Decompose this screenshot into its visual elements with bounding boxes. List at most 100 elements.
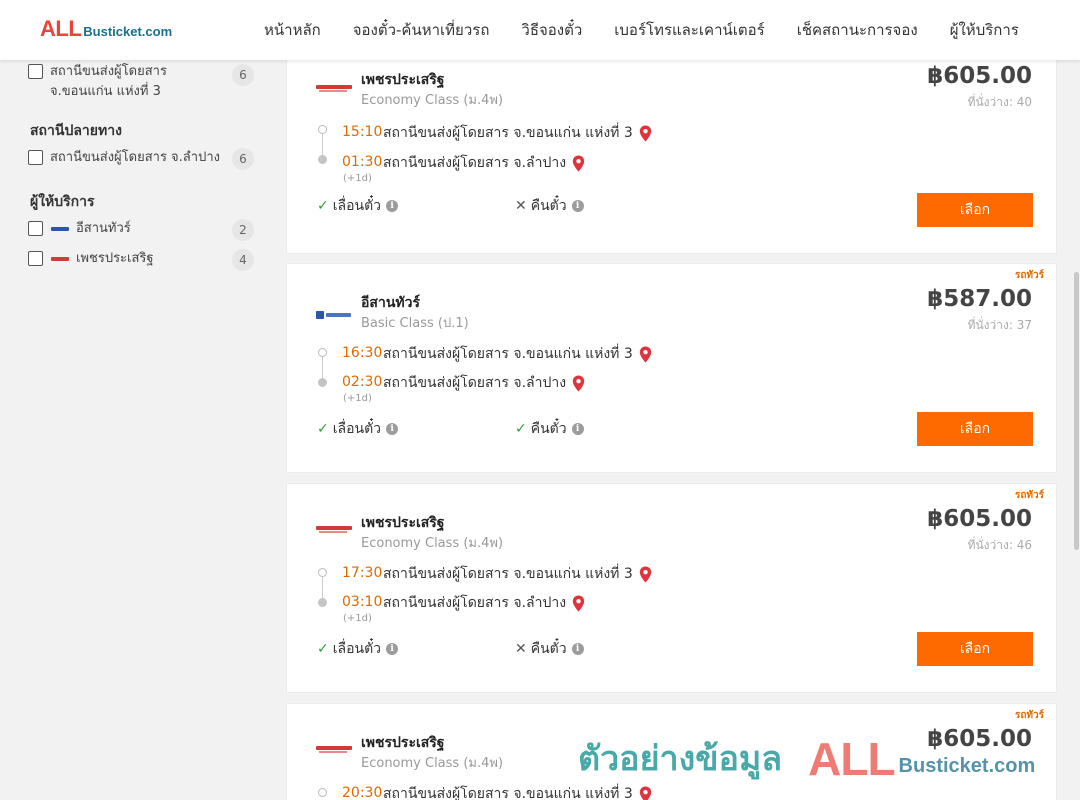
map-pin-icon[interactable]: [572, 375, 585, 392]
next-day-label: (+1d): [343, 393, 372, 404]
map-pin-icon[interactable]: [639, 125, 652, 142]
arrive-dot: [318, 378, 327, 387]
check-icon: ✓: [317, 641, 329, 657]
info-icon[interactable]: i: [386, 200, 399, 212]
count-badge: 6: [232, 148, 254, 170]
bus-class: Economy Class (ม.4พ): [361, 93, 504, 108]
arrive-time: 01:30: [342, 154, 383, 170]
arrive-dot: [318, 598, 327, 607]
select-trip-button[interactable]: เลือก: [917, 632, 1033, 666]
map-pin-icon[interactable]: [639, 566, 652, 583]
filter-label: สถานีขนส่งผู้โดยสาร จ.ขอนแก่น แห่งที่ 3: [50, 64, 167, 99]
info-icon[interactable]: i: [386, 643, 399, 655]
refund-label: คืนตั๋ว: [530, 421, 567, 437]
scrollbar-thumb[interactable]: [1074, 272, 1079, 550]
filter-operator-esantour[interactable]: อีสานทัวร์ 2: [28, 219, 254, 241]
arrive-station: สถานีขนส่งผู้โดยสาร จ.ลำปาง: [383, 152, 585, 174]
filter-checkbox[interactable]: [28, 64, 43, 79]
filter-checkbox[interactable]: [28, 150, 43, 165]
operator-name: เพชรประเสริฐ: [361, 515, 445, 531]
map-pin-icon[interactable]: [572, 595, 585, 612]
filter-destination-lampang[interactable]: สถานีขนส่งผู้โดยสาร จ.ลำปาง 6: [28, 148, 254, 170]
depart-dot: [318, 348, 327, 357]
map-pin-icon[interactable]: [639, 786, 652, 800]
depart-station: สถานีขนส่งผู้โดยสาร จ.ขอนแก่น แห่งที่ 3: [383, 122, 652, 144]
cross-icon: ✕: [515, 641, 527, 657]
filter-origin-khonkaen[interactable]: สถานีขนส่งผู้โดยสาร จ.ขอนแก่น แห่งที่ 3 …: [28, 62, 254, 102]
map-pin-icon[interactable]: [572, 155, 585, 172]
operator-name: เพชรประเสริฐ: [361, 72, 445, 88]
select-trip-button[interactable]: เลือก: [917, 412, 1033, 446]
depart-station-name: สถานีขนส่งผู้โดยสาร จ.ขอนแก่น แห่งที่ 3: [383, 125, 633, 141]
depart-station-name: สถานีขนส่งผู้โดยสาร จ.ขอนแก่น แห่งที่ 3: [383, 566, 633, 582]
depart-station: สถานีขนส่งผู้โดยสาร จ.ขอนแก่น แห่งที่ 3: [383, 563, 652, 585]
nav-book-search[interactable]: จองตั๋ว-ค้นหาเที่ยวรถ: [337, 18, 506, 42]
arrive-station-name: สถานีขนส่งผู้โดยสาร จ.ลำปาง: [383, 375, 567, 391]
arrive-station-name: สถานีขนส่งผู้โดยสาร จ.ลำปาง: [383, 155, 567, 171]
nav-check-booking[interactable]: เช็คสถานะการจอง: [781, 18, 934, 42]
map-pin-icon[interactable]: [639, 346, 652, 363]
count-badge: 4: [232, 249, 254, 271]
esantour-logo-icon: [316, 311, 351, 319]
postpone-label: เลื่อนตั๋ว: [332, 641, 382, 657]
destination-section-title: สถานีปลายทาง: [30, 123, 122, 139]
depart-dot: [318, 125, 327, 134]
info-icon[interactable]: i: [571, 200, 584, 212]
depart-dot: [318, 788, 327, 797]
depart-time: 15:10: [342, 124, 383, 140]
depart-station-name: สถานีขนส่งผู้โดยสาร จ.ขอนแก่น แห่งที่ 3: [383, 786, 633, 800]
nav-home[interactable]: หน้าหลัก: [248, 18, 337, 42]
depart-time: 16:30: [342, 345, 383, 361]
arrive-station: สถานีขนส่งผู้โดยสาร จ.ลำปาง: [383, 372, 585, 394]
seats-available: ที่นั่งว่าง: 37: [967, 318, 1032, 332]
esantour-logo-icon: [51, 227, 69, 231]
trip-price: ฿605.00: [927, 726, 1032, 752]
bus-class: Economy Class (ม.4พ): [361, 756, 504, 771]
filter-operator-phetprasert[interactable]: เพชรประเสริฐ 4: [28, 249, 254, 271]
operator-section-title: ผู้ให้บริการ: [30, 194, 95, 210]
tour-tag: รถทัวร์: [1014, 710, 1044, 721]
nav-how-to-book[interactable]: วิธีจองตั๋ว: [505, 18, 598, 42]
postpone-feature: ✓ เลื่อนตั๋ว i: [317, 418, 399, 440]
depart-station-name: สถานีขนส่งผู้โดยสาร จ.ขอนแก่น แห่งที่ 3: [383, 346, 633, 362]
arrive-dot: [318, 155, 327, 164]
info-icon[interactable]: i: [386, 423, 399, 435]
depart-time: 20:30: [342, 785, 383, 800]
arrive-station-name: สถานีขนส่งผู้โดยสาร จ.ลำปาง: [383, 595, 567, 611]
tour-tag: รถทัวร์: [1014, 490, 1044, 501]
filter-label: เพชรประเสริฐ: [76, 251, 154, 266]
postpone-feature: ✓ เลื่อนตั๋ว i: [317, 638, 399, 660]
seats-available: ที่นั่งว่าง: 40: [967, 95, 1032, 109]
logo-domain-text: Busticket.com: [83, 24, 173, 39]
refund-label: คืนตั๋ว: [530, 198, 567, 214]
phetprasert-logo-icon: [316, 85, 352, 92]
phetprasert-logo-icon: [316, 746, 352, 753]
check-icon: ✓: [317, 198, 329, 214]
check-icon: ✓: [317, 421, 329, 437]
select-trip-button[interactable]: เลือก: [917, 193, 1033, 227]
phetprasert-logo-icon: [316, 526, 352, 533]
count-badge: 6: [232, 64, 254, 86]
cross-icon: ✕: [515, 198, 527, 214]
site-logo[interactable]: ALL Busticket.com: [40, 18, 172, 40]
postpone-label: เลื่อนตั๋ว: [332, 421, 382, 437]
page-scrollbar[interactable]: [1072, 60, 1080, 800]
seats-available: ที่นั่งว่าง: 46: [967, 538, 1032, 552]
logo-all-text: ALL: [40, 16, 82, 41]
filter-checkbox[interactable]: [28, 251, 43, 266]
next-day-label: (+1d): [343, 173, 372, 184]
trip-price: ฿605.00: [927, 506, 1032, 532]
nav-phone-counters[interactable]: เบอร์โทรและเคาน์เตอร์: [598, 18, 780, 42]
info-icon[interactable]: i: [571, 643, 584, 655]
depart-station: สถานีขนส่งผู้โดยสาร จ.ขอนแก่น แห่งที่ 3: [383, 783, 652, 800]
trip-card: รถทัวร์ อีสานทัวร์ Basic Class (ป.1) ฿58…: [286, 263, 1057, 473]
trip-price: ฿587.00: [927, 286, 1032, 312]
filter-checkbox[interactable]: [28, 221, 43, 236]
info-icon[interactable]: i: [571, 423, 584, 435]
filter-sidebar: สถานีขนส่งผู้โดยสาร จ.ขอนแก่น แห่งที่ 3 …: [0, 60, 270, 800]
filter-label: อีสานทัวร์: [76, 221, 131, 236]
nav-operators[interactable]: ผู้ให้บริการ: [934, 18, 1035, 42]
refund-feature: ✓ คืนตั๋ว i: [515, 418, 584, 440]
refund-feature: ✕ คืนตั๋ว i: [515, 195, 584, 217]
next-day-label: (+1d): [343, 613, 372, 624]
